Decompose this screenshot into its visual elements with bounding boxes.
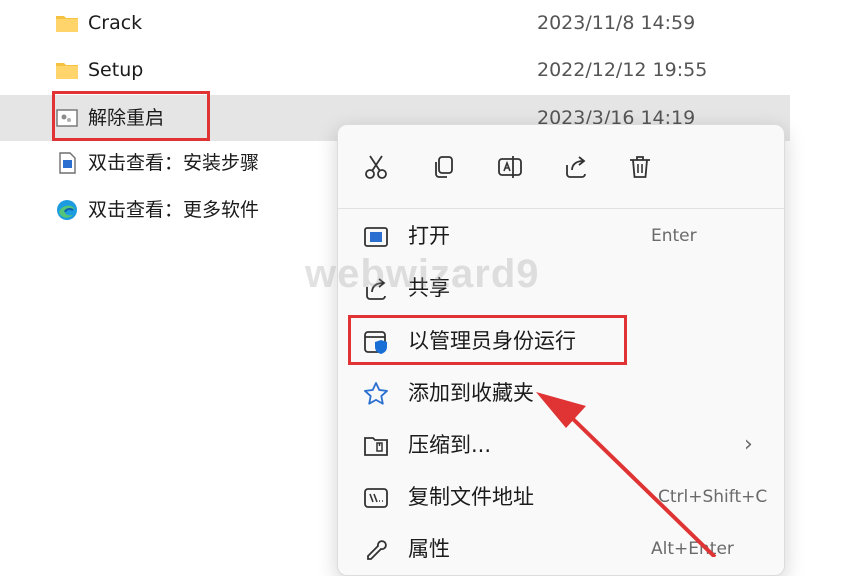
watermark-text: webwizard9 xyxy=(305,252,540,296)
